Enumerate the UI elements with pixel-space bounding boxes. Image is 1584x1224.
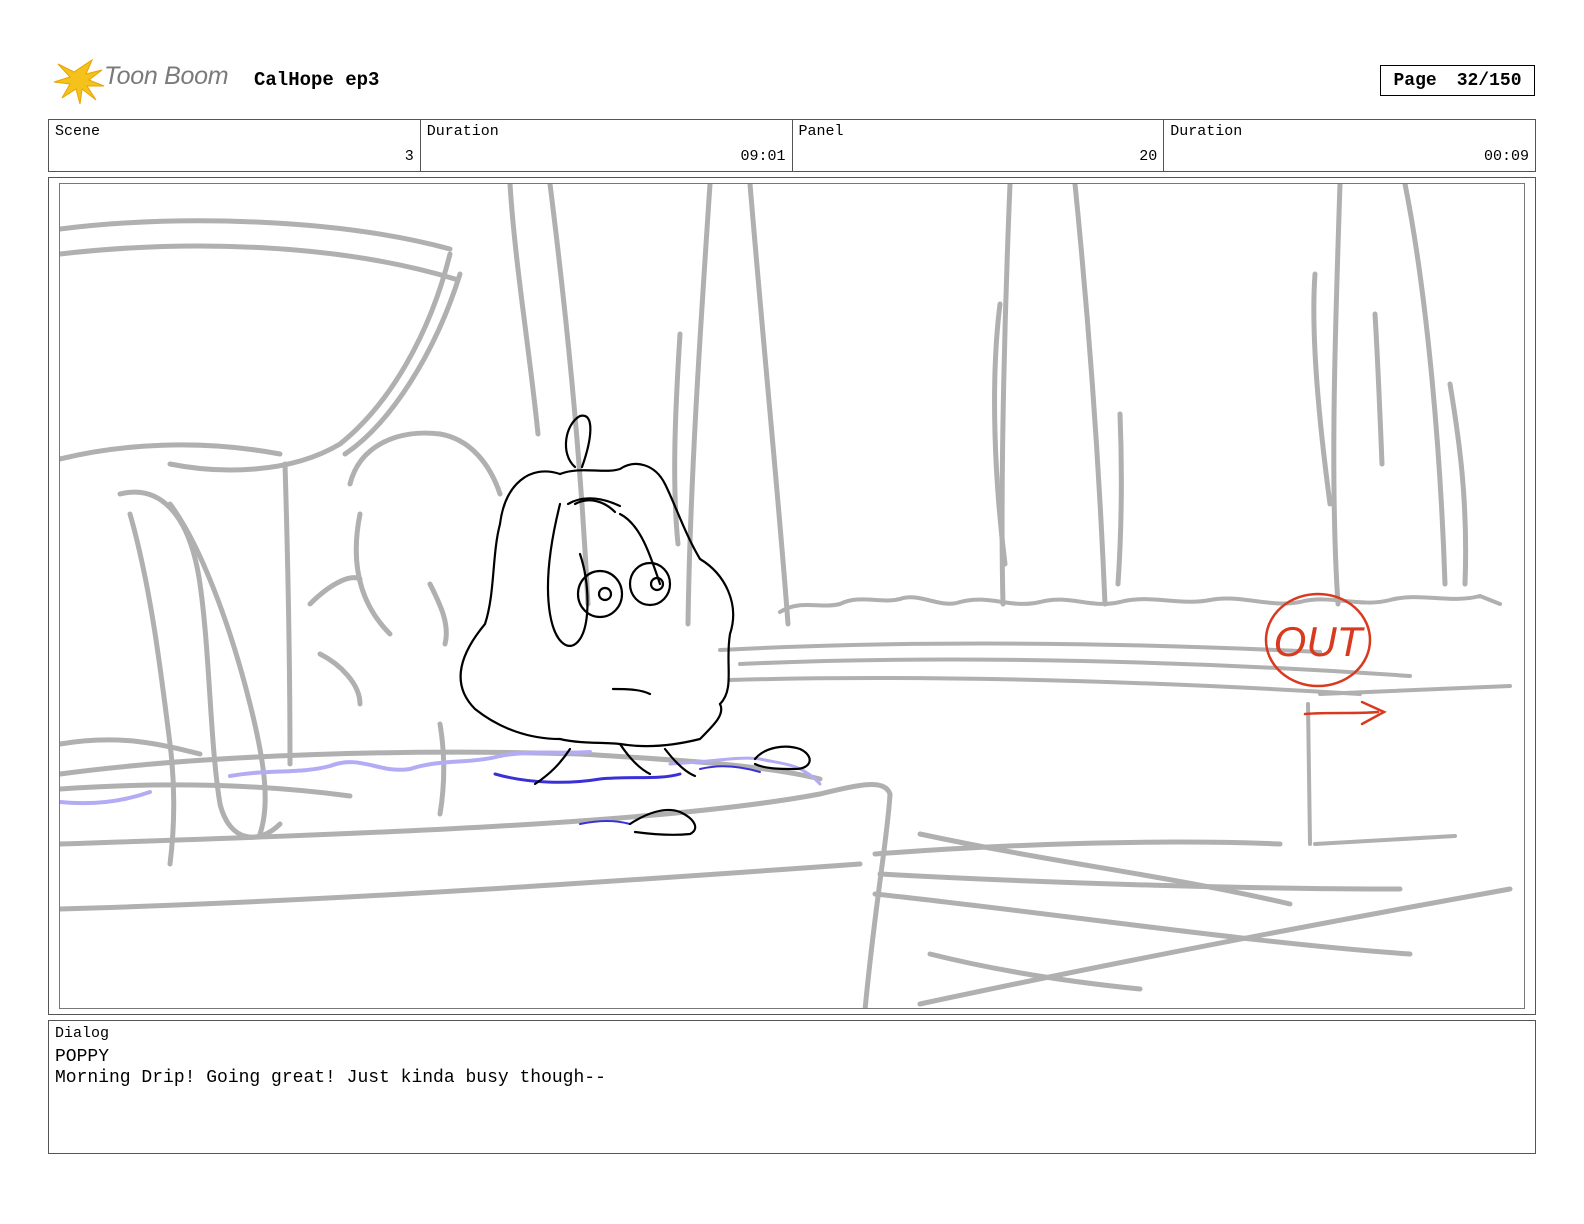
panel-sketch: OUT [60,184,1513,1008]
page-number: 32/150 [1456,70,1522,91]
project-title: CalHope ep3 [254,69,380,91]
background-trees [507,184,1469,627]
panel-cell: Panel 20 [793,120,1165,171]
panel-duration-cell: Duration 00:09 [1164,120,1535,171]
dialog-box: Dialog POPPY Morning Drip! Going great! … [48,1020,1536,1154]
scene-cell: Scene 3 [49,120,421,171]
brand-name: Toon Boom [104,62,229,90]
out-sign-icon: OUT [1264,592,1387,726]
scene-value: 3 [404,148,414,165]
panel-info-row: Scene 3 Duration 09:01 Panel 20 Duration… [48,119,1536,172]
out-sign-text: OUT [1274,618,1366,665]
panel-duration-value: 00:09 [1483,148,1529,165]
storyboard-panel-image: OUT [59,183,1525,1009]
pool-deck [60,721,1513,1008]
panel-value: 20 [1139,148,1158,165]
starburst-icon [53,58,105,105]
scene-duration-cell: Duration 09:01 [421,120,793,171]
panel-duration-label: Duration [1170,123,1243,140]
scene-duration-value: 09:01 [740,148,786,165]
dialog-label: Dialog [55,1025,110,1042]
page-indicator: Page 32/150 [1380,65,1535,96]
dialog-line: Morning Drip! Going great! Just kinda bu… [55,1068,606,1088]
page-label: Page [1393,70,1437,91]
scene-duration-label: Duration [426,123,499,140]
dialog-speaker: POPPY [55,1047,110,1067]
panel-label: Panel [798,123,844,140]
scene-label: Scene [55,123,101,140]
hedge-line [718,593,1512,846]
